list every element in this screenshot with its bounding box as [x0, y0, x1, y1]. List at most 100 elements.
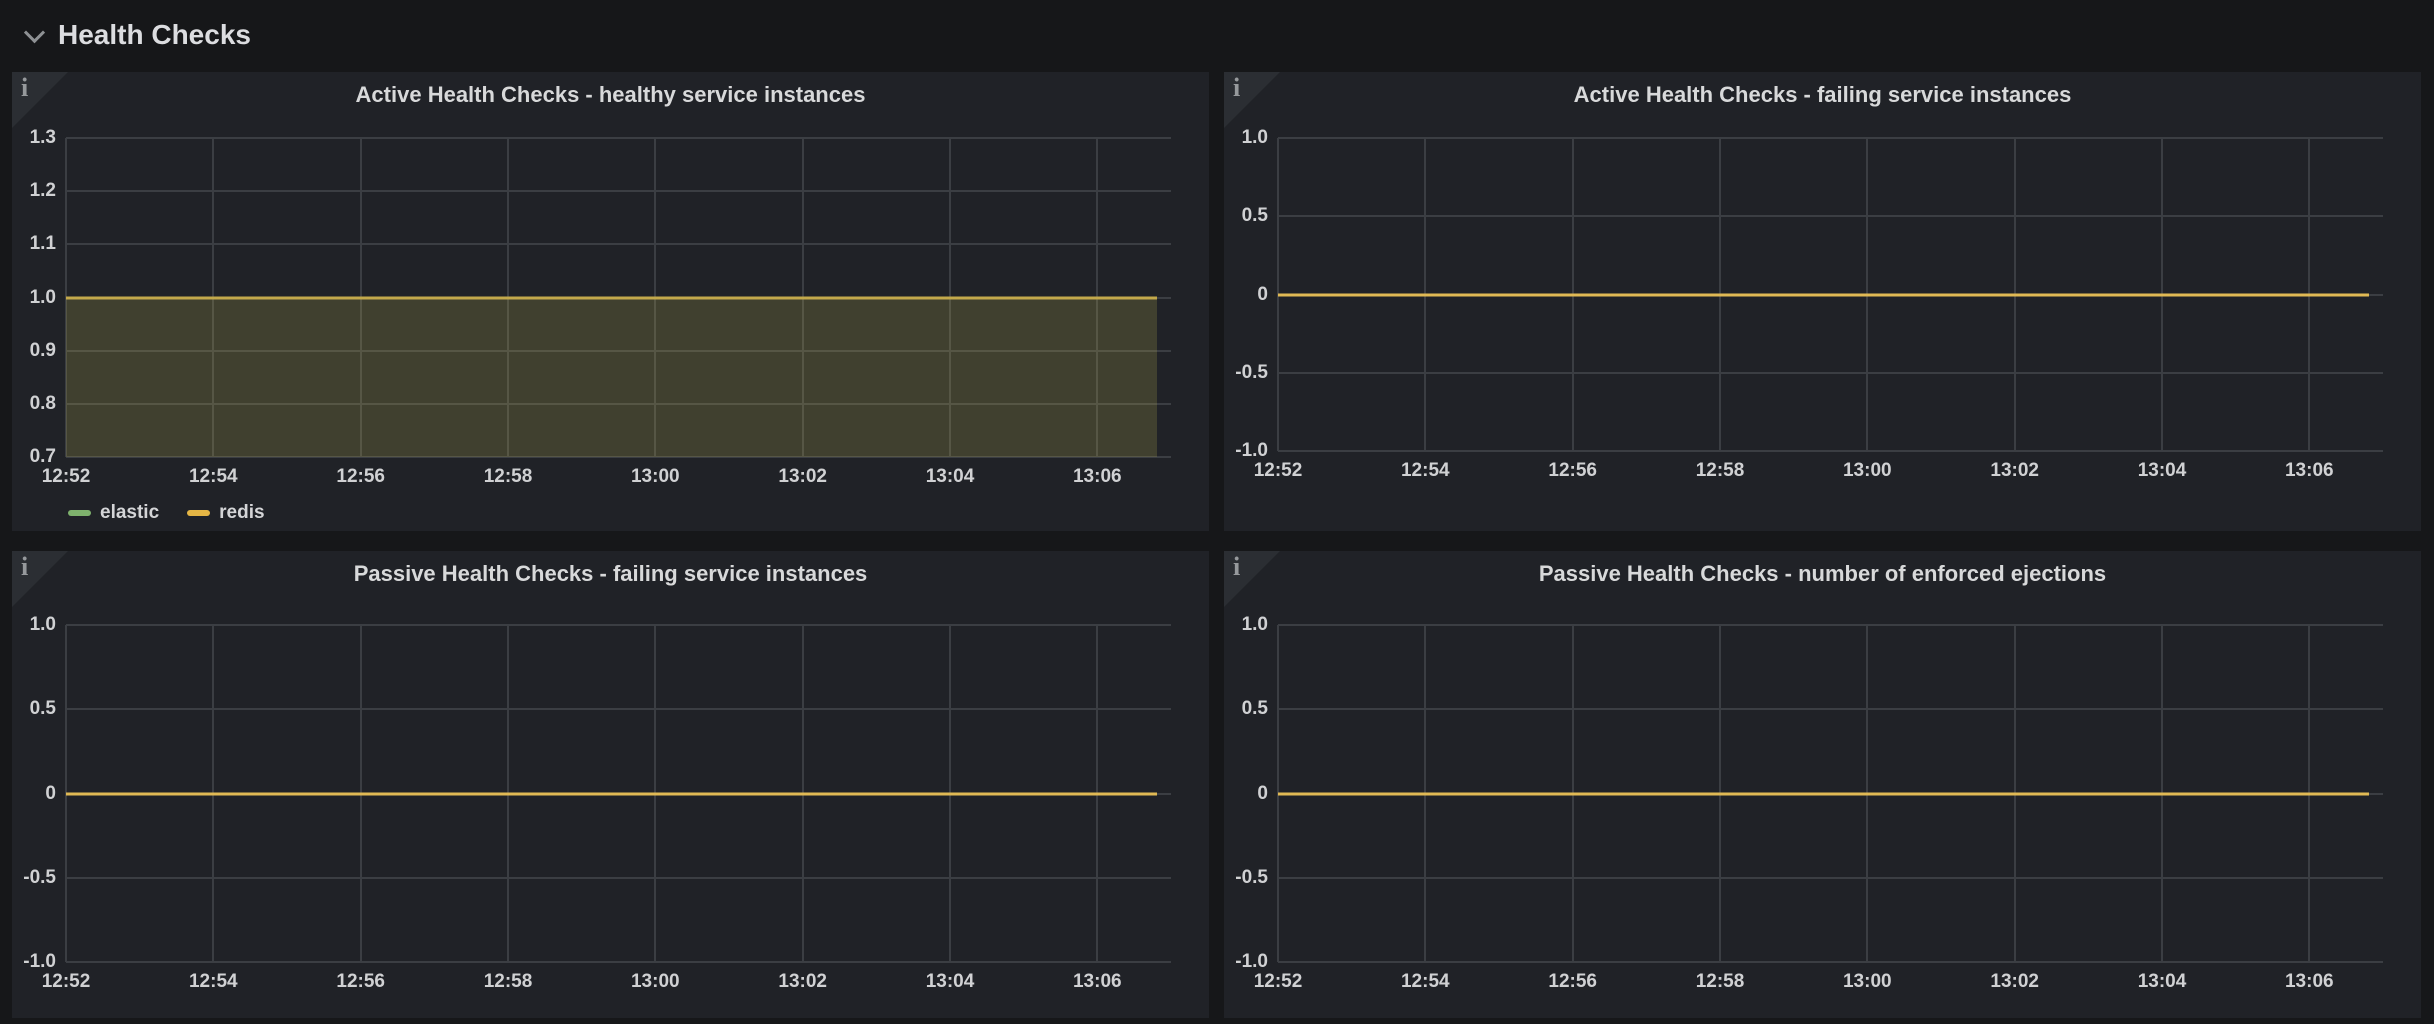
x-tick-label: 12:56 — [336, 971, 385, 993]
x-tick-label: 12:56 — [1548, 460, 1597, 482]
x-axis: 12:5212:5412:5612:5813:0013:0213:0413:06 — [1278, 451, 2383, 489]
chart-region: 1.00.50-0.5-1.0 — [1224, 118, 2421, 451]
y-tick-label: -1.0 — [1235, 440, 1268, 462]
x-tick-label: 12:54 — [189, 971, 238, 993]
panel-passive-ejections: i Passive Health Checks - number of enfo… — [1224, 551, 2421, 1018]
x-tick-label: 12:52 — [42, 466, 91, 488]
gridline-horizontal — [66, 243, 1171, 245]
y-tick-label: 1.1 — [30, 233, 56, 255]
x-tick-label: 13:00 — [631, 971, 680, 993]
x-tick-label: 13:04 — [2138, 971, 2187, 993]
y-tick-label: 1.0 — [30, 614, 56, 636]
gridline-horizontal — [66, 877, 1171, 879]
x-tick-label: 12:54 — [189, 466, 238, 488]
panel-title[interactable]: Active Health Checks - failing service i… — [1224, 72, 2421, 118]
y-tick-label: -0.5 — [1235, 362, 1268, 384]
y-axis: 1.00.50-0.5-1.0 — [1224, 138, 1278, 451]
y-axis: 1.31.21.11.00.90.80.7 — [12, 138, 66, 457]
chart-region: 1.31.21.11.00.90.80.7 — [12, 118, 1209, 457]
info-icon-glyph: i — [1233, 552, 1240, 582]
y-tick-label: 0.8 — [30, 393, 56, 415]
y-tick-label: -0.5 — [23, 867, 56, 889]
legend: elastic redis — [12, 495, 1209, 531]
legend-item[interactable]: redis — [187, 502, 264, 524]
gridline-horizontal — [1278, 624, 2383, 626]
panel-title[interactable]: Active Health Checks - healthy service i… — [12, 72, 1209, 118]
dashboard-row-header: Health Checks — [0, 0, 2434, 70]
legend-swatch — [187, 510, 210, 516]
x-tick-label: 13:02 — [778, 971, 827, 993]
y-tick-label: -1.0 — [23, 951, 56, 973]
x-tick-label: 12:58 — [484, 971, 533, 993]
plot-area[interactable] — [1278, 625, 2383, 962]
y-tick-label: 1.3 — [30, 127, 56, 149]
plot-area[interactable] — [66, 138, 1171, 457]
y-tick-label: 1.0 — [1242, 614, 1268, 636]
x-tick-label: 13:00 — [1843, 460, 1892, 482]
y-tick-label: 1.2 — [30, 180, 56, 202]
legend-label: elastic — [100, 502, 159, 524]
x-tick-label: 12:52 — [1254, 460, 1303, 482]
x-tick-label: 12:58 — [1696, 971, 1745, 993]
y-axis: 1.00.50-0.5-1.0 — [12, 625, 66, 962]
info-icon-glyph: i — [21, 73, 28, 103]
y-tick-label: 0.5 — [30, 698, 56, 720]
y-tick-label: -0.5 — [1235, 867, 1268, 889]
x-tick-label: 12:58 — [484, 466, 533, 488]
x-tick-label: 13:04 — [926, 466, 975, 488]
x-tick-label: 13:02 — [1990, 460, 2039, 482]
x-tick-label: 13:06 — [1073, 466, 1122, 488]
x-tick-label: 13:06 — [1073, 971, 1122, 993]
y-tick-label: 0.5 — [1242, 698, 1268, 720]
info-icon-glyph: i — [21, 552, 28, 582]
panel-passive-failing: i Passive Health Checks - failing servic… — [12, 551, 1209, 1018]
row-title[interactable]: Health Checks — [58, 19, 251, 51]
series-line — [66, 792, 1157, 795]
x-tick-label: 12:56 — [336, 466, 385, 488]
gridline-horizontal — [1278, 372, 2383, 374]
x-tick-label: 12:54 — [1401, 460, 1450, 482]
series-fill — [66, 298, 1157, 458]
gridline-horizontal — [66, 137, 1171, 139]
y-tick-label: 0.5 — [1242, 205, 1268, 227]
series-line — [1278, 293, 2369, 296]
y-tick-label: 0 — [1257, 284, 1268, 306]
panel-title[interactable]: Passive Health Checks - number of enforc… — [1224, 551, 2421, 597]
y-tick-label: 1.0 — [30, 287, 56, 309]
legend-label: redis — [219, 502, 264, 524]
gridline-horizontal — [1278, 215, 2383, 217]
x-tick-label: 13:02 — [1990, 971, 2039, 993]
x-tick-label: 13:00 — [631, 466, 680, 488]
x-tick-label: 12:52 — [42, 971, 91, 993]
plot-area[interactable] — [1278, 138, 2383, 451]
x-tick-label: 13:04 — [926, 971, 975, 993]
gridline-horizontal — [1278, 877, 2383, 879]
legend-swatch — [68, 510, 91, 516]
y-tick-label: 0 — [45, 783, 56, 805]
legend-item[interactable]: elastic — [68, 502, 159, 524]
x-axis: 12:5212:5412:5612:5813:0013:0213:0413:06 — [66, 457, 1171, 495]
y-tick-label: -1.0 — [1235, 951, 1268, 973]
series-line — [66, 296, 1157, 299]
x-tick-label: 12:54 — [1401, 971, 1450, 993]
panel-title[interactable]: Passive Health Checks - failing service … — [12, 551, 1209, 597]
x-tick-label: 12:58 — [1696, 460, 1745, 482]
gridline-horizontal — [1278, 137, 2383, 139]
plot-area[interactable] — [66, 625, 1171, 962]
y-tick-label: 0.9 — [30, 340, 56, 362]
x-axis: 12:5212:5412:5612:5813:0013:0213:0413:06 — [1278, 962, 2383, 1000]
x-tick-label: 13:02 — [778, 466, 827, 488]
gridline-horizontal — [66, 708, 1171, 710]
panel-active-failing: i Active Health Checks - failing service… — [1224, 72, 2421, 531]
x-tick-label: 13:04 — [2138, 460, 2187, 482]
y-tick-label: 1.0 — [1242, 127, 1268, 149]
gridline-horizontal — [1278, 708, 2383, 710]
x-tick-label: 12:56 — [1548, 971, 1597, 993]
chart-region: 1.00.50-0.5-1.0 — [1224, 597, 2421, 962]
x-tick-label: 13:00 — [1843, 971, 1892, 993]
x-axis: 12:5212:5412:5612:5813:0013:0213:0413:06 — [66, 962, 1171, 1000]
x-tick-label: 12:52 — [1254, 971, 1303, 993]
gridline-horizontal — [66, 190, 1171, 192]
chevron-down-icon[interactable] — [24, 22, 45, 43]
gridline-horizontal — [66, 624, 1171, 626]
